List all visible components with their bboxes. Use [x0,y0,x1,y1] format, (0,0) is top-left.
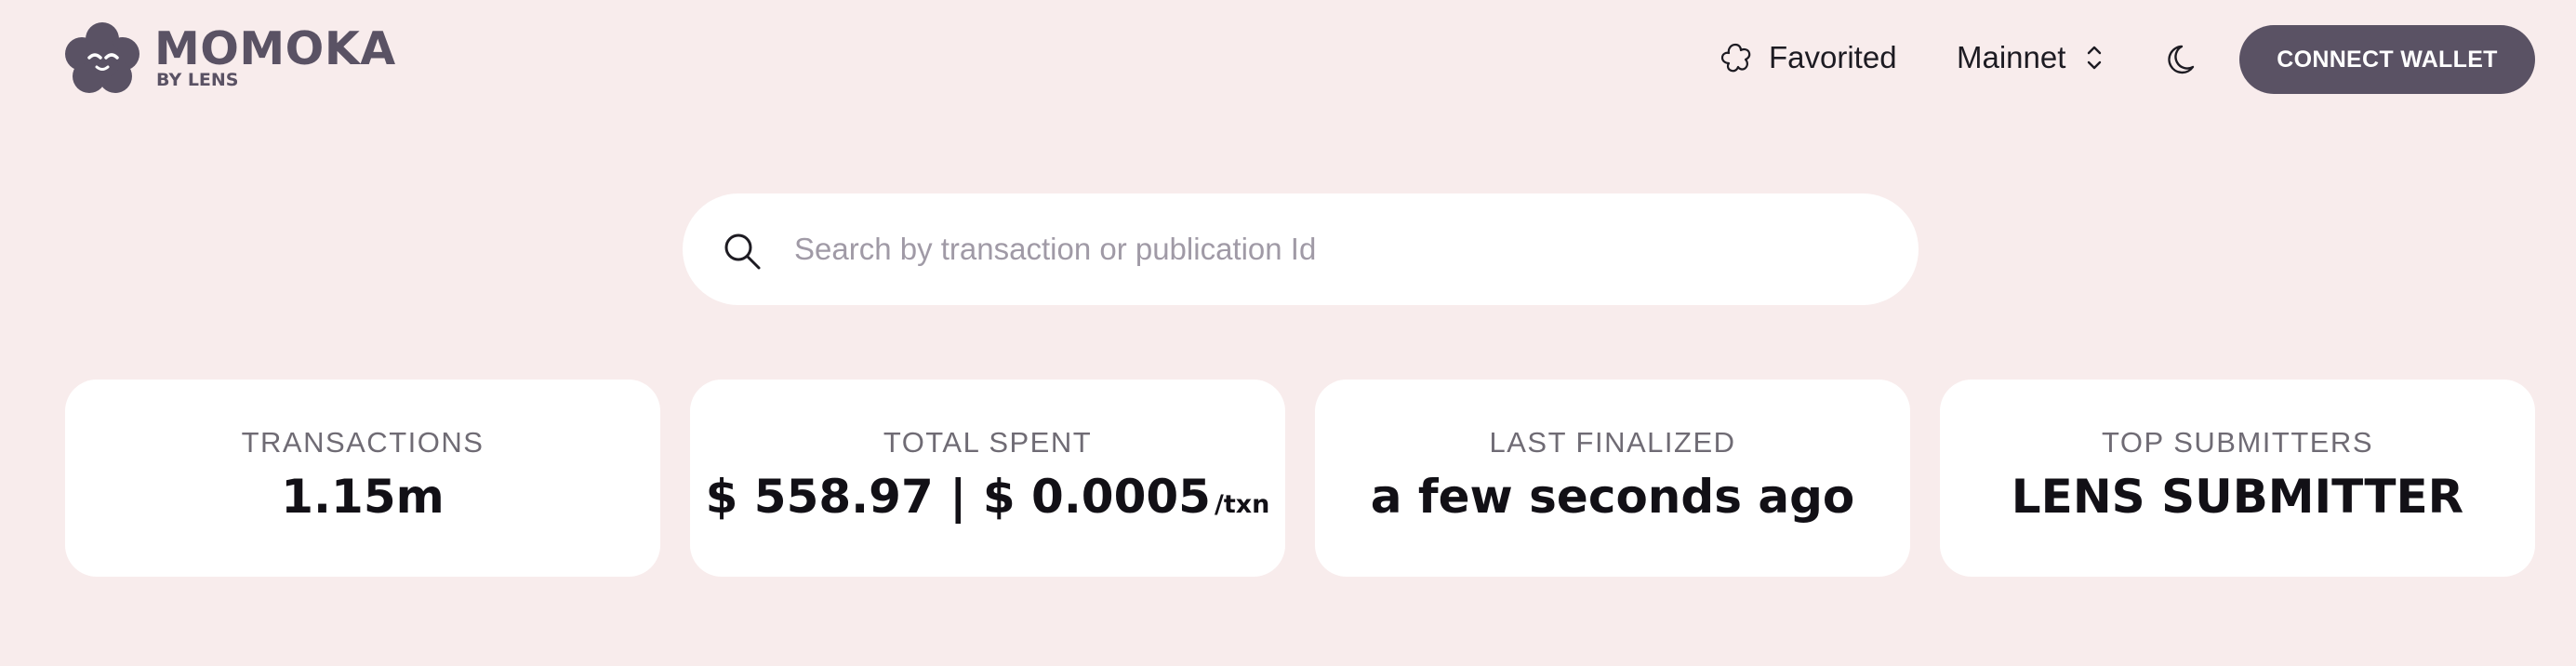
stat-value-group: $ 558.97 | $ 0.0005/txn [690,469,1285,533]
search-input[interactable] [794,221,1873,277]
connect-wallet-button[interactable]: CONNECT WALLET [2239,25,2535,94]
stat-card-transactions: TRANSACTIONS 1.15m [65,380,660,577]
logo-text: MOMOKA BY LENS [154,22,396,90]
stat-value: $ 558.97 | $ 0.0005 [705,470,1211,524]
stat-value[interactable]: LENS SUBMITTER [1940,469,2535,525]
page: MOMOKA BY LENS Favorited Mainnet CONNECT… [0,0,2576,666]
stat-label: LAST FINALIZED [1489,426,1736,459]
logo[interactable]: MOMOKA BY LENS [63,20,396,97]
network-selector[interactable]: Mainnet [1957,34,2105,81]
logo-title: MOMOKA [154,22,396,75]
moon-icon[interactable] [2165,39,2204,78]
stats-row: TRANSACTIONS 1.15m TOTAL SPENT $ 558.97 … [65,380,2535,577]
stat-value: a few seconds ago [1370,470,1855,524]
chevron-up-down-icon [2088,46,2102,70]
stat-card-total-spent: TOTAL SPENT $ 558.97 | $ 0.0005/txn [690,380,1285,577]
search-bar[interactable] [683,193,1919,305]
stat-label: TOP SUBMITTERS [2101,426,2373,459]
stat-value: 1.15m [281,470,445,524]
favorited-label: Favorited [1769,40,1897,74]
flower-logo-icon [65,22,139,93]
logo-subtitle: BY LENS [156,70,239,90]
stat-card-last-finalized: LAST FINALIZED a few seconds ago [1315,380,1910,577]
flower-outline-icon [1720,43,1751,73]
stat-label: TRANSACTIONS [241,426,485,459]
network-label: Mainnet [1957,40,2066,74]
favorited-link[interactable]: Favorited [1717,34,1897,81]
stat-label: TOTAL SPENT [883,426,1093,459]
stat-card-top-submitters[interactable]: TOP SUBMITTERS LENS SUBMITTER [1940,380,2535,577]
stat-unit: /txn [1214,490,1270,519]
search-icon [724,233,761,270]
